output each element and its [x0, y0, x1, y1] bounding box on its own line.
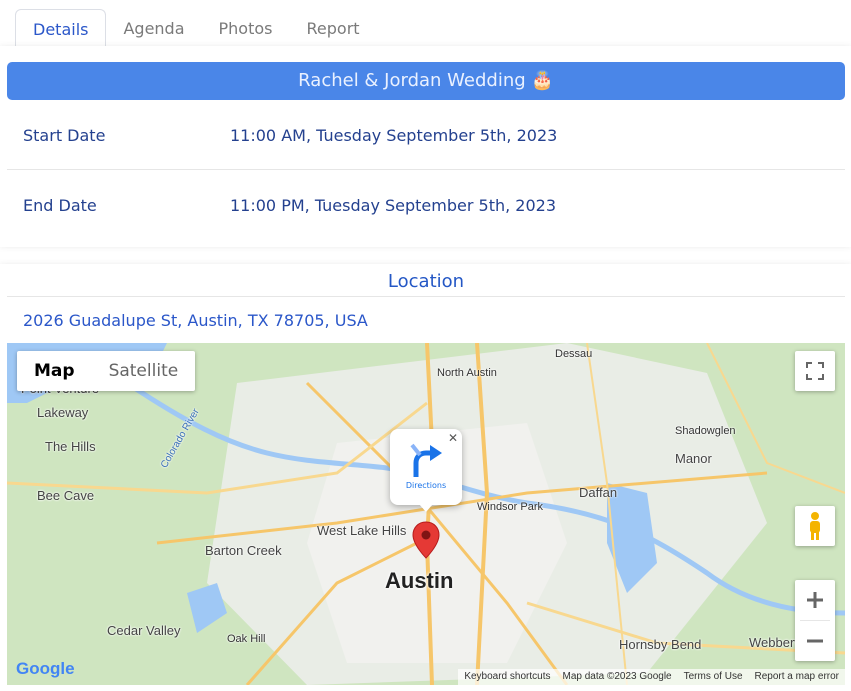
city-label: Austin — [385, 568, 454, 593]
map[interactable]: Point Venture Lakeway The Hills Bee Cave… — [7, 343, 845, 685]
end-date-value: 11:00 PM, Tuesday September 5th, 2023 — [230, 196, 557, 215]
place-shadowglen: Shadowglen — [675, 425, 736, 437]
place-the-hills: The Hills — [45, 439, 96, 454]
event-title: Rachel & Jordan Wedding 🎂 — [7, 62, 845, 100]
end-date-row: End Date 11:00 PM, Tuesday September 5th… — [7, 170, 845, 240]
zoom-in-button[interactable] — [795, 580, 835, 620]
close-icon[interactable]: ✕ — [448, 431, 458, 445]
popup-tail — [419, 504, 433, 512]
directions-popup[interactable]: ✕ Directions — [390, 429, 462, 512]
street-view-button[interactable] — [795, 506, 835, 546]
place-lakeway: Lakeway — [37, 405, 89, 420]
minus-icon — [807, 639, 823, 643]
address-link[interactable]: 2026 Guadalupe St, Austin, TX 78705, USA — [23, 311, 368, 330]
place-barton-creek: Barton Creek — [205, 543, 282, 558]
place-oak-hill: Oak Hill — [227, 633, 266, 645]
place-dessau: Dessau — [555, 348, 593, 360]
place-west-lake-hills: West Lake Hills — [317, 523, 407, 538]
tab-photos[interactable]: Photos — [202, 9, 290, 47]
location-marker-icon[interactable] — [412, 521, 440, 559]
tab-report[interactable]: Report — [290, 9, 377, 47]
tab-details[interactable]: Details — [15, 9, 107, 47]
place-north-austin: North Austin — [437, 367, 497, 379]
plus-icon — [807, 592, 823, 608]
start-date-row: Start Date 11:00 AM, Tuesday September 5… — [7, 100, 845, 170]
place-daffan: Daffan — [579, 485, 618, 500]
location-title: Location — [7, 268, 845, 297]
terms-of-use-link[interactable]: Terms of Use — [678, 669, 749, 685]
google-logo[interactable]: Google — [16, 659, 75, 679]
tab-bar: Details Agenda Photos Report — [15, 9, 377, 47]
fullscreen-button[interactable] — [795, 351, 835, 391]
fullscreen-icon — [806, 362, 824, 380]
keyboard-shortcuts-link[interactable]: Keyboard shortcuts — [458, 669, 556, 685]
start-date-label: Start Date — [23, 126, 106, 145]
map-type-map-button[interactable]: Map — [17, 351, 92, 391]
report-map-error-link[interactable]: Report a map error — [749, 669, 845, 685]
map-attribution: Keyboard shortcuts Map data ©2023 Google… — [458, 669, 845, 685]
zoom-out-button[interactable] — [795, 621, 835, 661]
place-hornsby-bend: Hornsby Bend — [619, 637, 702, 652]
place-cedar-valley: Cedar Valley — [107, 623, 181, 638]
directions-icon — [410, 443, 442, 477]
details-card: Rachel & Jordan Wedding 🎂 Start Date 11:… — [0, 46, 851, 247]
place-windsor-park: Windsor Park — [477, 501, 544, 513]
zoom-control — [795, 580, 835, 661]
place-manor: Manor — [675, 451, 712, 466]
pegman-icon — [810, 512, 820, 540]
directions-label: Directions — [405, 481, 447, 490]
place-bee-cave: Bee Cave — [37, 488, 95, 503]
map-type-control: Map Satellite — [17, 351, 196, 391]
map-type-satellite-button[interactable]: Satellite — [92, 351, 196, 391]
tab-agenda[interactable]: Agenda — [106, 9, 201, 47]
location-card: Location 2026 Guadalupe St, Austin, TX 7… — [0, 264, 851, 691]
start-date-value: 11:00 AM, Tuesday September 5th, 2023 — [230, 126, 558, 145]
end-date-label: End Date — [23, 196, 97, 215]
map-data-text: Map data ©2023 Google — [562, 671, 672, 682]
